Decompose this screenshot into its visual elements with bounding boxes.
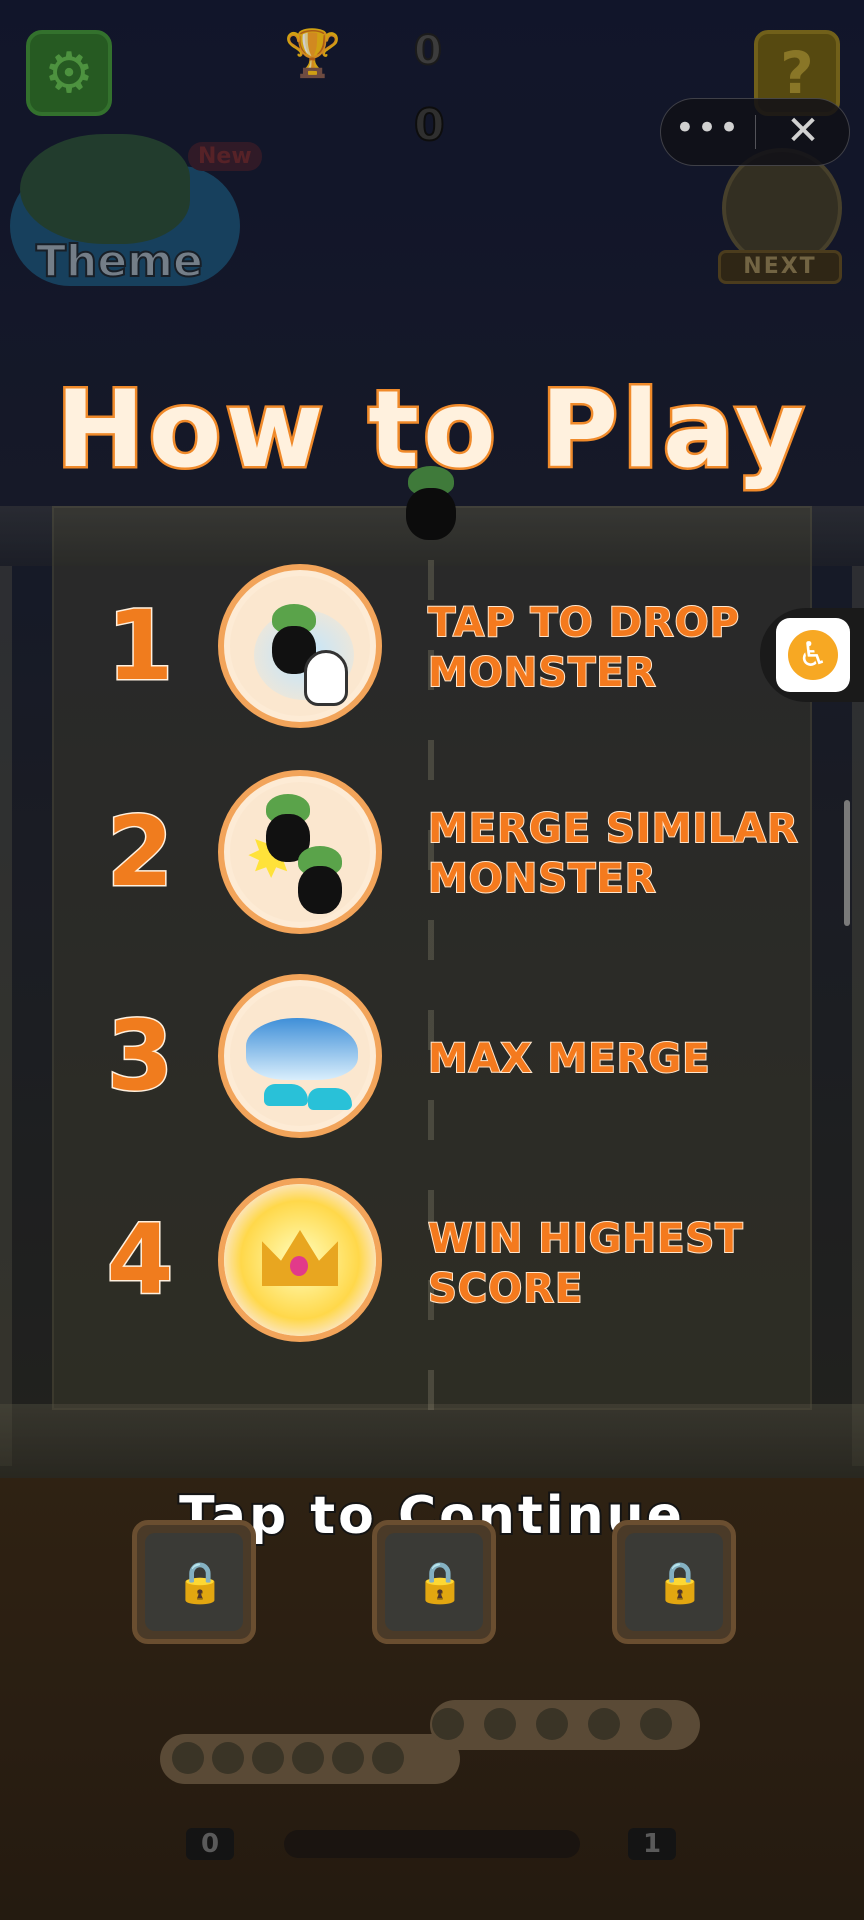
lock-icon: 🔒 <box>175 1560 225 1606</box>
locked-item-slot-1[interactable]: 🔒 <box>132 1520 256 1644</box>
evolution-monster-icon <box>536 1708 568 1740</box>
tap-drop-icon <box>218 564 382 728</box>
evolution-monster-icon <box>292 1742 324 1774</box>
evolution-monster-icon <box>372 1742 404 1774</box>
crown-icon <box>218 1178 382 1342</box>
step-text-2: MERGE SIMILAR MONSTER <box>427 804 799 904</box>
step-text-4-line1: WIN HIGHEST <box>427 1215 744 1263</box>
step-text-1-line1: TAP TO DROP <box>427 599 740 647</box>
step-number-3: 3 <box>105 999 175 1114</box>
level-end: 1 <box>628 1828 676 1860</box>
locked-item-slot-3[interactable]: 🔒 <box>612 1520 736 1644</box>
level-start: 0 <box>186 1828 234 1860</box>
step-text-2-line2: MONSTER <box>427 855 657 903</box>
evolution-chain <box>160 1700 700 1784</box>
level-progress-bar <box>284 1830 580 1858</box>
step-text-1-line2: MONSTER <box>427 649 657 697</box>
evolution-monster-icon <box>212 1742 244 1774</box>
step-text-4-line2: SCORE <box>427 1265 584 1313</box>
accessibility-button[interactable]: ♿ <box>760 608 864 702</box>
lock-icon: 🔒 <box>655 1560 705 1606</box>
evolution-monster-icon <box>432 1708 464 1740</box>
accessibility-icon-frame: ♿ <box>776 618 850 692</box>
accessibility-icon: ♿ <box>788 630 838 680</box>
step-text-4: WIN HIGHEST SCORE <box>427 1214 744 1314</box>
lock-icon: 🔒 <box>415 1560 465 1606</box>
locked-item-slot-2[interactable]: 🔒 <box>372 1520 496 1644</box>
scrollbar[interactable] <box>844 800 850 926</box>
step-text-1: TAP TO DROP MONSTER <box>427 598 740 698</box>
step-text-2-line1: MERGE SIMILAR <box>427 805 799 853</box>
shark-icon <box>218 974 382 1138</box>
frog-monster-dropper-icon <box>402 466 460 550</box>
evolution-monster-icon <box>484 1708 516 1740</box>
evolution-monster-icon <box>172 1742 204 1774</box>
evolution-monster-icon <box>588 1708 620 1740</box>
hand-pointer-icon <box>304 650 348 706</box>
step-text-3: MAX MERGE <box>427 1035 711 1083</box>
evolution-monster-icon <box>332 1742 364 1774</box>
step-number-4: 4 <box>105 1203 175 1318</box>
evolution-monster-icon <box>640 1708 672 1740</box>
merge-icon: ✸ <box>218 770 382 934</box>
step-number-1: 1 <box>105 589 175 704</box>
step-number-2: 2 <box>105 795 175 910</box>
evolution-monster-icon <box>252 1742 284 1774</box>
